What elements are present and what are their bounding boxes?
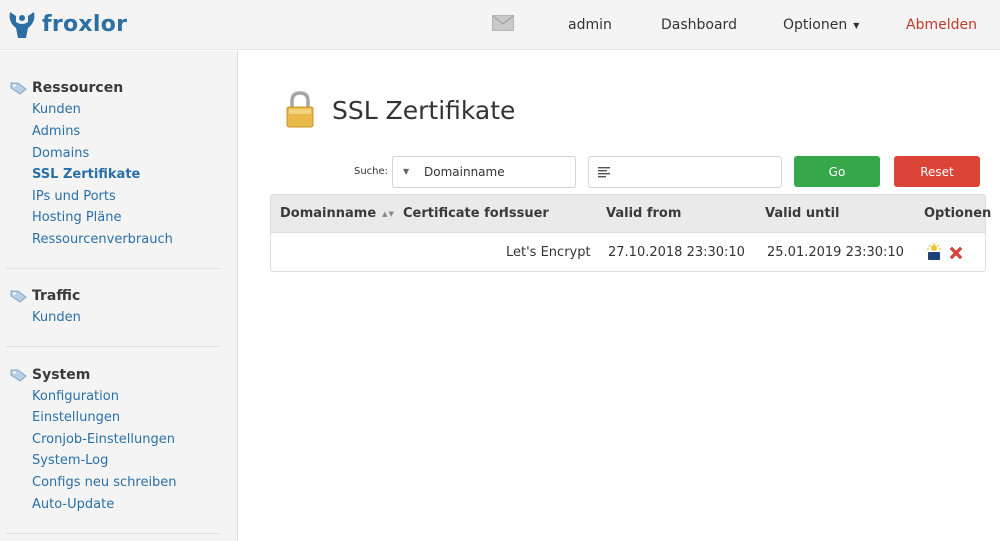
logout-label: Abmelden xyxy=(906,17,977,33)
tag-icon xyxy=(10,82,27,95)
current-user: admin xyxy=(568,17,612,33)
reset-button[interactable]: Reset xyxy=(894,156,980,187)
sidebar: Ressourcen Kunden Admins Domains SSL Zer… xyxy=(0,51,238,541)
tag-icon xyxy=(10,369,27,382)
reset-button-label: Reset xyxy=(920,164,954,179)
nav-dashboard-label: Dashboard xyxy=(661,17,737,33)
search-input[interactable] xyxy=(588,156,782,188)
sidebar-section-title: Ressourcen xyxy=(32,80,124,96)
sidebar-section-ressourcen: Ressourcen xyxy=(10,79,123,97)
sidebar-item-domains[interactable]: Domains xyxy=(32,146,89,161)
column-header-domainname[interactable]: Domainname ▲▼ xyxy=(280,206,395,221)
froxlor-logo-icon xyxy=(9,12,35,38)
sidebar-item-auto-update[interactable]: Auto-Update xyxy=(32,497,114,512)
sidebar-section-traffic: Traffic xyxy=(10,287,80,305)
sidebar-divider xyxy=(6,268,220,269)
sidebar-section-title: Traffic xyxy=(32,288,81,304)
go-button[interactable]: Go xyxy=(794,156,880,187)
page-title: SSL Zertifikate xyxy=(332,96,516,125)
padlock-icon xyxy=(286,91,314,128)
search-field-select[interactable]: ▼ Domainname xyxy=(392,156,576,188)
sidebar-section-system: System xyxy=(10,366,90,384)
column-header-label: Domainname xyxy=(280,206,377,221)
sidebar-item-ssl-certificates[interactable]: SSL Zertifikate xyxy=(32,167,140,182)
search-field-selected: Domainname xyxy=(424,165,505,179)
sidebar-item-admins[interactable]: Admins xyxy=(32,124,80,139)
tag-icon xyxy=(10,290,27,303)
sidebar-item-settings[interactable]: Einstellungen xyxy=(32,410,120,425)
logo-text: froxlor xyxy=(42,11,128,37)
cell-valid-until: 25.01.2019 23:30:10 xyxy=(767,245,904,260)
column-header-certificate-for: Certificate for xyxy=(403,206,506,221)
sidebar-item-system-log[interactable]: System-Log xyxy=(32,453,108,468)
top-header: froxlor admin Dashboard Optionen ▼ Abmeld… xyxy=(0,0,1000,50)
sort-icon[interactable]: ▲▼ xyxy=(382,210,395,218)
nav-options-label: Optionen xyxy=(783,17,848,33)
column-header-issuer: Issuer xyxy=(504,206,549,221)
go-button-label: Go xyxy=(828,164,846,179)
cell-valid-from: 27.10.2018 23:30:10 xyxy=(608,245,745,260)
sidebar-section-title: System xyxy=(32,367,91,383)
logout-link[interactable]: Abmelden xyxy=(906,0,977,50)
column-header-options: Optionen xyxy=(924,206,992,221)
cell-issuer: Let's Encrypt xyxy=(506,245,591,260)
sidebar-item-configuration[interactable]: Konfiguration xyxy=(32,389,119,404)
sidebar-divider xyxy=(6,346,220,347)
sidebar-divider xyxy=(6,533,220,534)
sidebar-item-resource-usage[interactable]: Ressourcenverbrauch xyxy=(32,232,173,247)
certificates-table: Domainname ▲▼ Certificate for Issuer Vali… xyxy=(270,194,991,272)
search-label: Suche: xyxy=(354,166,389,177)
sidebar-item-hosting-plans[interactable]: Hosting Pläne xyxy=(32,210,122,225)
delete-x-icon[interactable] xyxy=(948,245,964,261)
nav-dashboard-link[interactable]: Dashboard xyxy=(661,0,737,50)
text-lines-icon xyxy=(598,167,610,178)
sidebar-item-cronjob-settings[interactable]: Cronjob-Einstellungen xyxy=(32,432,175,447)
column-header-valid-from: Valid from xyxy=(606,206,682,221)
table-header: Domainname ▲▼ Certificate for Issuer Vali… xyxy=(271,195,991,233)
envelope-icon[interactable] xyxy=(492,15,514,31)
nav-options-menu[interactable]: Optionen ▼ xyxy=(783,0,859,50)
sidebar-item-kunden[interactable]: Kunden xyxy=(32,102,81,117)
edit-certificate-icon[interactable] xyxy=(926,243,942,261)
sidebar-item-ips-ports[interactable]: IPs und Ports xyxy=(32,189,116,204)
froxlor-logo[interactable]: froxlor xyxy=(6,7,127,41)
sidebar-item-traffic-kunden[interactable]: Kunden xyxy=(32,310,81,325)
column-header-valid-until: Valid until xyxy=(765,206,840,221)
main-content: SSL Zertifikate Suche: ▼ Domainname Go R… xyxy=(239,51,1000,541)
sidebar-item-rebuild-configs[interactable]: Configs neu schreiben xyxy=(32,475,177,490)
dropdown-arrow-icon: ▼ xyxy=(403,167,410,176)
caret-down-icon: ▼ xyxy=(853,20,860,30)
